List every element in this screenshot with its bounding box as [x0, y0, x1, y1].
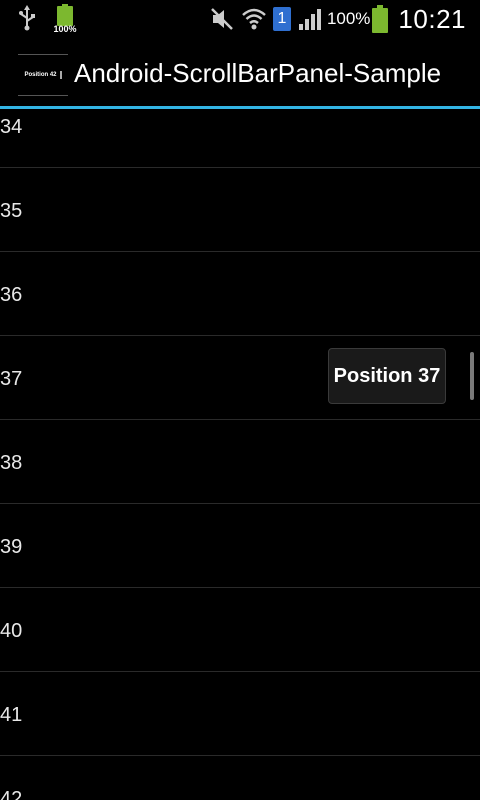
list-item[interactable]: 39 — [0, 504, 480, 588]
scrollbar-thumb[interactable] — [470, 352, 474, 400]
status-bar: 100% 1 100% 10:21 — [0, 0, 480, 38]
list-item-label: 39 — [0, 536, 23, 558]
mute-icon — [209, 6, 235, 32]
battery-small-percent: 100% — [53, 24, 77, 34]
list-view[interactable]: 34 35 36 37 38 39 40 41 42 — [0, 109, 480, 800]
app-icon-scrollbar — [59, 71, 62, 79]
list-item[interactable]: 40 — [0, 588, 480, 672]
list-item-label: 37 — [0, 368, 23, 390]
status-bar-right: 1 100% 10:21 — [203, 0, 466, 38]
list-item[interactable]: 42 — [0, 756, 480, 800]
usb-icon — [16, 4, 38, 32]
list-item-label: 42 — [0, 788, 23, 800]
list-item-label: 35 — [0, 200, 23, 222]
wifi-icon — [241, 6, 267, 32]
battery-icon — [372, 5, 389, 33]
app-icon-label: Position 42 — [24, 72, 57, 78]
list-item-label: 41 — [0, 704, 23, 726]
app-icon[interactable]: Position 42 — [18, 54, 68, 96]
list-item[interactable]: 35 — [0, 168, 480, 252]
app-root: 100% 1 100% 10:21 Position 42 Android-Sc… — [0, 0, 480, 800]
scroll-bar-panel: Position 37 — [328, 348, 446, 404]
list-item-label: 40 — [0, 620, 23, 642]
list-item-label: 36 — [0, 284, 23, 306]
signal-icon — [297, 6, 323, 32]
clock: 10:21 — [398, 3, 466, 34]
list-item[interactable]: 41 — [0, 672, 480, 756]
list-item-label: 34 — [0, 116, 23, 138]
action-bar: Position 42 Android-ScrollBarPanel-Sampl… — [0, 38, 480, 106]
status-bar-left: 100% — [16, 4, 78, 34]
battery-percent: 100% — [326, 9, 371, 28]
list-item[interactable]: 36 — [0, 252, 480, 336]
list-item-label: 38 — [0, 452, 23, 474]
list-item[interactable]: 38 — [0, 420, 480, 504]
sim-icon: 1 — [272, 7, 291, 31]
battery-icon: 100% — [52, 4, 78, 34]
list-item[interactable]: 34 — [0, 109, 480, 168]
app-title: Android-ScrollBarPanel-Sample — [74, 58, 442, 88]
